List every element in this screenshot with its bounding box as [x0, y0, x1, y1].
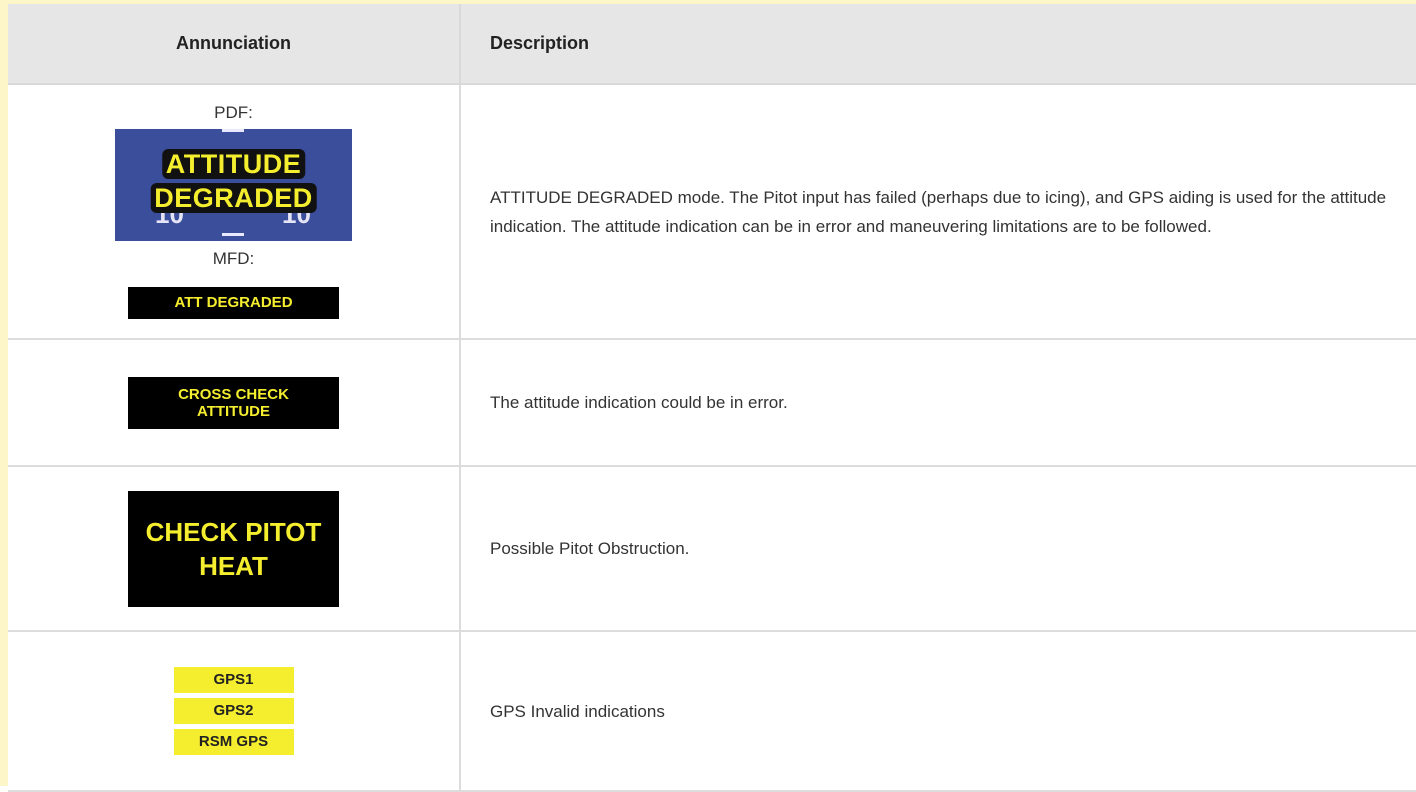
pfd-attitude-image: 10 10 ATTITUDE DEGRADED	[115, 128, 352, 241]
pfd-word-degraded: DEGRADED	[150, 182, 317, 213]
badge-line: HEAT	[199, 550, 268, 581]
check-pitot-heat-badge: CHECK PITOT HEAT	[128, 490, 339, 607]
rsm-gps-badge: RSM GPS	[173, 729, 294, 755]
pitch-tick-top	[222, 128, 244, 132]
description-cell: The attitude indication could be in erro…	[460, 339, 1416, 467]
table-header-row: Annunciation Description	[8, 4, 1416, 85]
table-row: PDF: 10 10 ATTITUDE DEGRADED MFD: ATT DE…	[8, 84, 1416, 340]
pfd-label: PDF:	[214, 102, 253, 122]
annunciation-cell: CHECK PITOT HEAT	[8, 466, 461, 632]
gps2-badge: GPS2	[173, 698, 294, 724]
left-highlight-edge	[0, 0, 8, 786]
description-cell: Possible Pitot Obstruction.	[460, 466, 1416, 632]
badge-line: CROSS CHECK	[178, 385, 289, 403]
pfd-word-attitude: ATTITUDE	[161, 148, 306, 179]
mfd-label: MFD:	[212, 248, 255, 268]
description-cell: ATTITUDE DEGRADED mode. The Pitot input …	[460, 84, 1416, 340]
gps1-badge: GPS1	[173, 667, 294, 693]
header-description: Description	[460, 4, 1416, 85]
table-row: CHECK PITOT HEAT Possible Pitot Obstruct…	[8, 466, 1416, 632]
mfd-annunciation-badge: ATT DEGRADED	[128, 286, 339, 319]
table-row: CROSS CHECK ATTITUDE The attitude indica…	[8, 339, 1416, 467]
cross-check-attitude-badge: CROSS CHECK ATTITUDE	[128, 376, 339, 429]
description-cell: GPS Invalid indications	[460, 631, 1416, 792]
annunciation-cell: CROSS CHECK ATTITUDE	[8, 339, 461, 467]
table-row: GPS1 GPS2 RSM GPS GPS Invalid indication…	[8, 631, 1416, 792]
badge-line: CHECK PITOT	[145, 516, 322, 547]
header-annunciation: Annunciation	[8, 4, 461, 85]
pitch-tick-bottom	[222, 232, 244, 236]
annunciation-table: Annunciation Description PDF: 10 10 ATTI…	[8, 4, 1416, 792]
badge-line: ATTITUDE	[196, 402, 271, 420]
annunciation-cell: PDF: 10 10 ATTITUDE DEGRADED MFD: ATT DE…	[8, 84, 461, 340]
annunciation-cell: GPS1 GPS2 RSM GPS	[8, 631, 461, 792]
